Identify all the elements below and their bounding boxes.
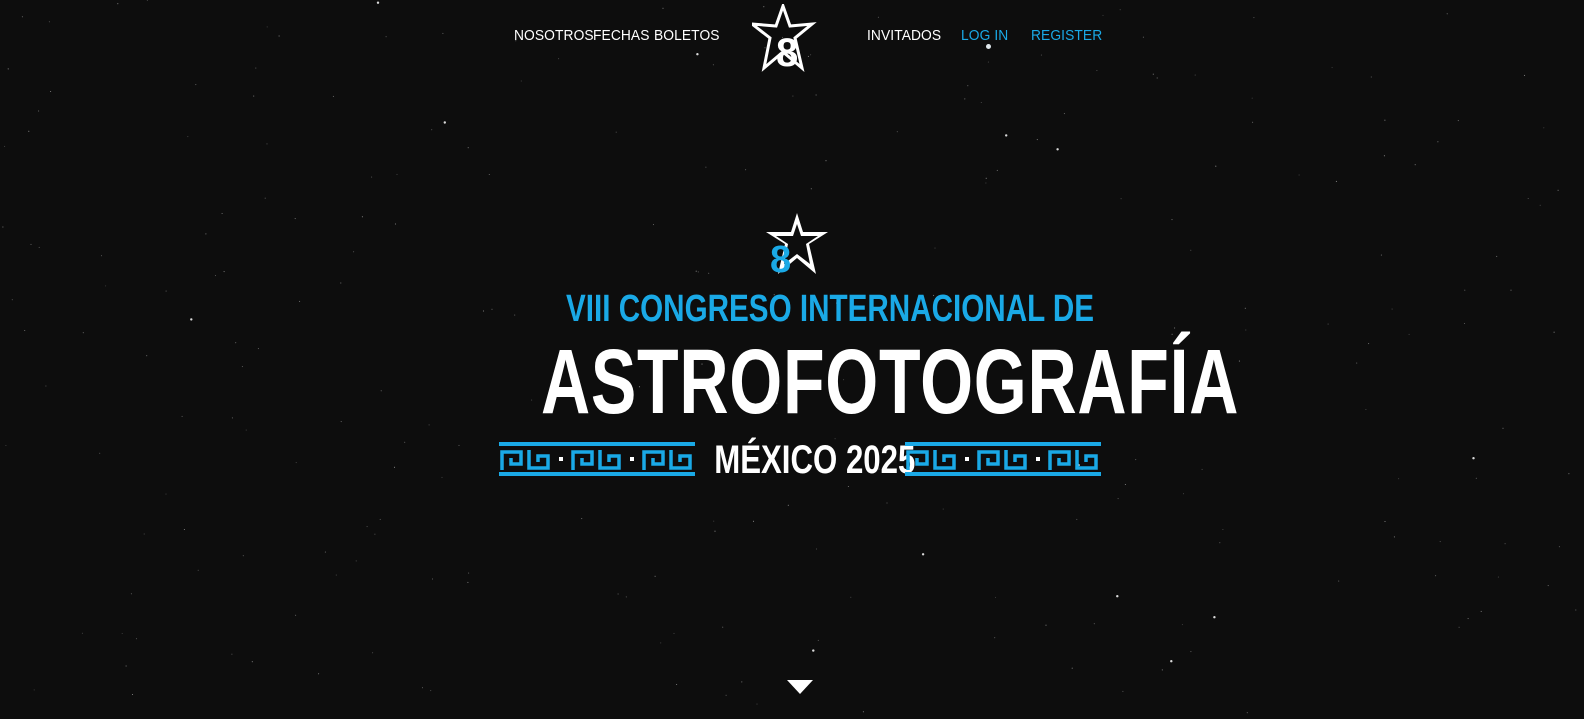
nav-link-nosotros[interactable]: NOSOTROS — [514, 26, 594, 46]
greek-fret-ornament-icon — [905, 442, 1101, 476]
nav-link-login[interactable]: LOG IN — [961, 26, 1008, 46]
nav-link-invitados[interactable]: INVITADOS — [867, 26, 941, 46]
nav-link-fechas[interactable]: FECHAS — [593, 26, 650, 46]
star-8-logo-icon[interactable]: 8 — [752, 4, 820, 72]
svg-text:8: 8 — [770, 239, 791, 276]
greek-fret-ornament-icon — [499, 442, 695, 476]
chevron-down-icon[interactable] — [787, 680, 813, 694]
hero-subtitle: VIII CONGRESO INTERNACIONAL DE — [566, 288, 1095, 330]
hero-location-year: MÉXICO 2025 — [714, 438, 916, 482]
nav-link-register[interactable]: REGISTER — [1031, 26, 1102, 46]
star-8-logo-icon: 8 — [766, 213, 828, 276]
active-indicator-dot — [986, 44, 991, 49]
hero-title: ASTROFOTOGRAFÍA — [541, 331, 1240, 433]
svg-text:8: 8 — [776, 31, 798, 72]
nav-link-boletos[interactable]: BOLETOS — [654, 26, 720, 46]
